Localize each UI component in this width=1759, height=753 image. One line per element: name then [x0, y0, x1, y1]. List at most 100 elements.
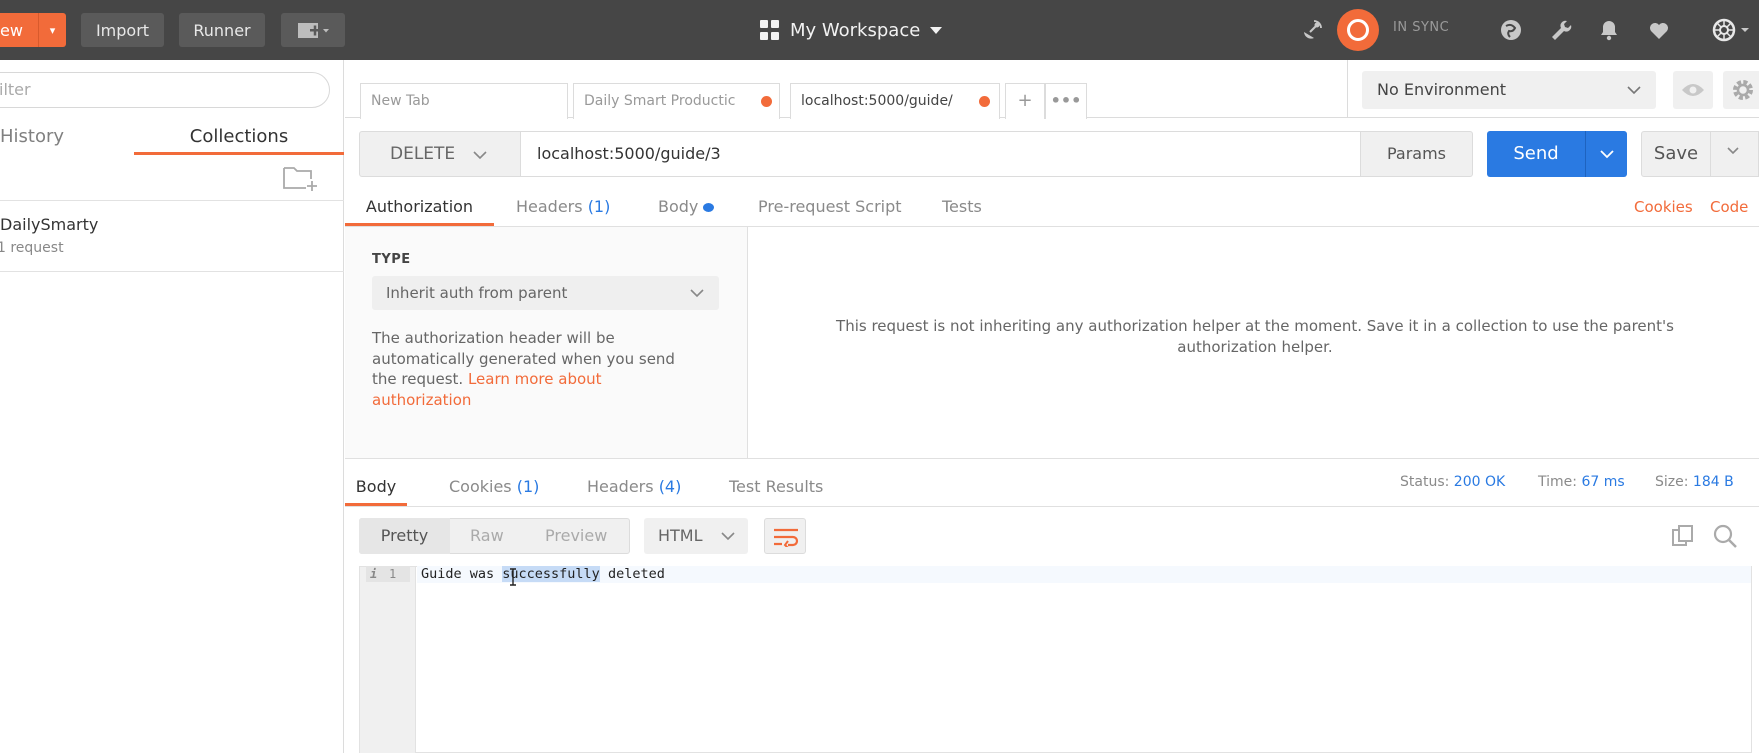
unsaved-dot-icon: [979, 96, 990, 107]
save-dropdown-button[interactable]: [1711, 131, 1759, 177]
environment-quick-look-button[interactable]: [1673, 71, 1713, 109]
params-button[interactable]: Params: [1360, 131, 1473, 177]
status-label: Status:: [1400, 474, 1450, 490]
chevron-down-icon: [473, 151, 487, 160]
sync-status: IN SYNC: [1393, 20, 1450, 35]
new-dropdown-icon[interactable]: ▾: [38, 13, 66, 47]
line-number-text: 1: [389, 567, 397, 581]
response-tab-test-results[interactable]: Test Results: [729, 472, 823, 506]
response-headers-count: (4): [658, 477, 682, 496]
add-tab-button[interactable]: +: [1005, 83, 1045, 119]
send-button[interactable]: Send: [1487, 131, 1585, 177]
chevron-down-icon: [1627, 86, 1641, 95]
tab-localhost-guide[interactable]: localhost:5000/guide/: [790, 83, 1000, 119]
sidebar-divider: [0, 200, 344, 201]
tab-label: localhost:5000/guide/: [801, 93, 953, 109]
format-raw-button[interactable]: Raw: [470, 518, 504, 554]
response-body-editor[interactable]: [359, 566, 1752, 753]
url-input[interactable]: localhost:5000/guide/3: [521, 131, 1360, 177]
code-text: deleted: [599, 566, 665, 582]
tab-prerequest-script[interactable]: Pre-request Script: [758, 192, 902, 226]
auth-description: The authorization header will be automat…: [372, 328, 702, 410]
new-collection-icon[interactable]: [283, 164, 319, 192]
unsaved-dot-icon: [761, 96, 772, 107]
cookies-count: (1): [516, 477, 540, 496]
response-tab-headers[interactable]: Headers (4): [587, 472, 681, 506]
environment-select[interactable]: No Environment: [1362, 71, 1656, 109]
size-value: 184 B: [1692, 474, 1734, 490]
chevron-down-icon: [721, 532, 735, 541]
code-text: Guide was: [421, 566, 503, 582]
tab-authorization[interactable]: Authorization: [345, 192, 494, 226]
new-window-button[interactable]: [281, 13, 345, 47]
chevron-down-icon: [1727, 147, 1739, 155]
language-select[interactable]: HTML: [644, 518, 748, 554]
import-button[interactable]: Import: [81, 13, 164, 47]
filter-input[interactable]: ilter: [0, 72, 330, 108]
heart-icon[interactable]: [1647, 18, 1671, 42]
manage-environments-button[interactable]: [1723, 71, 1759, 109]
tab-history[interactable]: History: [0, 119, 134, 155]
satellite-icon[interactable]: [1300, 18, 1324, 42]
notifications-bell-icon[interactable]: [1597, 18, 1621, 42]
runner-button[interactable]: Runner: [179, 13, 265, 47]
status-value: 200 OK: [1453, 474, 1506, 490]
tab-label: New Tab: [371, 93, 430, 109]
interceptor-icon[interactable]: [1499, 18, 1523, 42]
response-tab-body[interactable]: Body: [345, 472, 407, 506]
method-value: DELETE: [390, 144, 456, 164]
search-icon[interactable]: [1712, 523, 1738, 549]
wrap-lines-icon: [774, 528, 799, 547]
tab-label: Body: [658, 197, 699, 216]
auth-type-label: TYPE: [372, 252, 411, 267]
user-avatar-icon[interactable]: [1712, 18, 1752, 42]
settings-wrench-icon[interactable]: [1549, 18, 1573, 42]
format-preview-button[interactable]: Preview: [545, 518, 607, 554]
format-pretty-button[interactable]: Pretty: [359, 518, 450, 554]
response-divider: [345, 458, 1759, 459]
tab-daily-smart[interactable]: Daily Smart Productic: [573, 83, 780, 119]
time-value: 67 ms: [1581, 474, 1625, 490]
environment-value: No Environment: [1377, 80, 1507, 99]
more-tabs-icon[interactable]: •••: [1045, 83, 1087, 119]
response-status: Status: 200 OK: [1400, 472, 1505, 492]
tab-tests[interactable]: Tests: [942, 192, 982, 226]
tab-label: Daily Smart Productic: [584, 93, 736, 109]
response-time: Time: 67 ms: [1538, 472, 1625, 492]
sidebar: ilter History Collections DailySmarty 1 …: [0, 60, 344, 753]
sidebar-divider: [0, 271, 344, 272]
auth-inherit-message: This request is not inheriting any autho…: [836, 317, 1674, 356]
response-tab-cookies[interactable]: Cookies (1): [449, 472, 539, 506]
collection-name[interactable]: DailySmarty: [0, 215, 98, 234]
tab-label: Headers: [587, 477, 654, 496]
new-button-label: ew: [0, 20, 23, 40]
tab-label: Headers: [516, 197, 583, 216]
workspace-switcher[interactable]: My Workspace: [760, 0, 943, 60]
gear-icon: [1733, 80, 1753, 100]
new-button[interactable]: ew: [0, 13, 38, 47]
tab-headers[interactable]: Headers (1): [516, 192, 610, 226]
chevron-down-icon: [930, 26, 943, 34]
eye-icon: [1682, 84, 1704, 96]
auth-type-select[interactable]: Inherit auth from parent: [372, 276, 719, 310]
tab-label: Cookies: [449, 477, 512, 496]
env-divider: [1347, 60, 1348, 118]
tab-body[interactable]: Body: [658, 192, 715, 226]
size-label: Size:: [1655, 474, 1689, 490]
sync-icon[interactable]: [1337, 9, 1379, 51]
code-link[interactable]: Code: [1710, 198, 1748, 216]
response-size: Size: 184 B: [1655, 472, 1734, 492]
send-dropdown-button[interactable]: [1585, 131, 1627, 177]
code-line[interactable]: Guide was successfully deleted: [421, 565, 665, 583]
method-select[interactable]: DELETE: [359, 131, 521, 177]
line-number: i 1: [366, 566, 410, 582]
chevron-down-icon: [1600, 150, 1614, 159]
language-value: HTML: [658, 526, 703, 545]
wrap-lines-button[interactable]: [764, 518, 806, 554]
headers-count: (1): [587, 197, 611, 216]
tab-new-tab[interactable]: New Tab: [360, 83, 568, 119]
cookies-link[interactable]: Cookies: [1634, 198, 1693, 216]
copy-icon[interactable]: [1670, 523, 1696, 549]
tab-collections[interactable]: Collections: [134, 119, 344, 155]
save-button[interactable]: Save: [1641, 131, 1711, 177]
